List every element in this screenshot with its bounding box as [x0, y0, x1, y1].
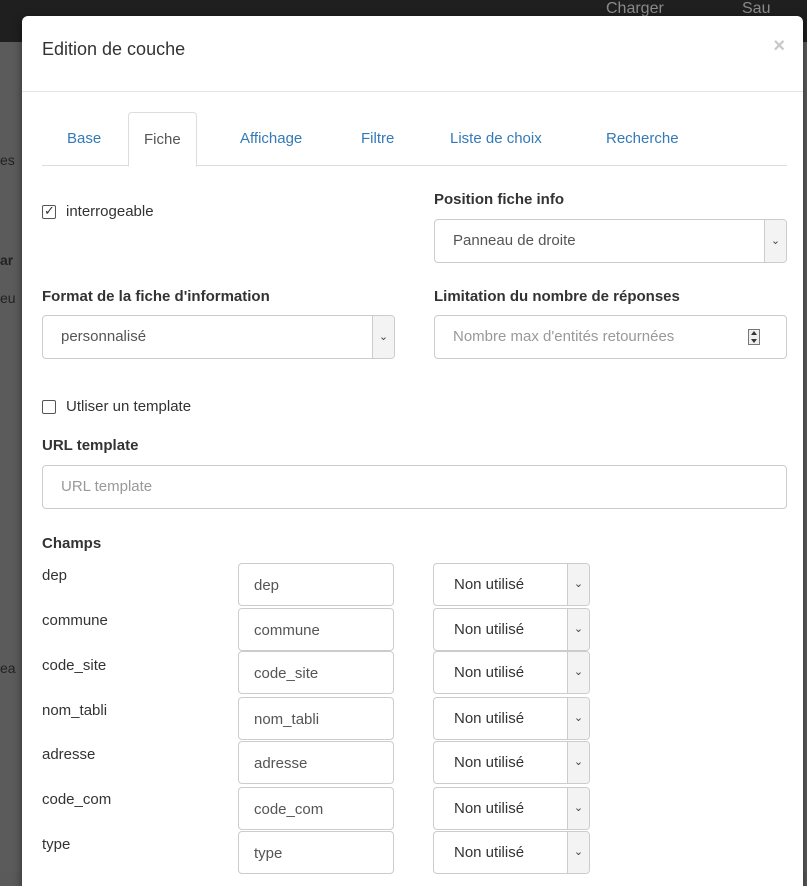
position-select[interactable]: Panneau de droite ⌄: [434, 219, 787, 263]
tab-affichage[interactable]: Affichage: [225, 112, 317, 166]
background-fragment: es: [0, 152, 15, 168]
field-usage-select[interactable]: Non utilisé ⌄: [433, 741, 590, 784]
tab-fiche[interactable]: Fiche: [128, 112, 197, 167]
field-name: code_com: [42, 791, 112, 808]
field-name: type: [42, 836, 71, 853]
use-template-label: Utliser un template: [66, 398, 192, 415]
champs-label: Champs: [42, 535, 102, 552]
field-usage-select[interactable]: Non utilisé ⌄: [433, 608, 590, 651]
tab-base[interactable]: Base: [52, 112, 116, 166]
background-left-panel: es ar eu ea: [0, 42, 24, 872]
modal-header: Edition de couche ×: [22, 16, 803, 92]
url-template-label: URL template: [42, 437, 139, 454]
chevron-down-icon: ⌄: [567, 609, 589, 650]
position-value: Panneau de droite: [453, 232, 576, 249]
format-select[interactable]: personnalisé ⌄: [42, 315, 395, 359]
field-usage-value: Non utilisé: [454, 664, 525, 681]
field-usage-value: Non utilisé: [454, 800, 525, 817]
field-usage-select[interactable]: Non utilisé ⌄: [433, 651, 590, 694]
close-icon[interactable]: ×: [773, 36, 785, 56]
chevron-down-icon: ⌄: [567, 698, 589, 739]
field-name: nom_tabli: [42, 702, 108, 719]
modal-title: Edition de couche: [42, 39, 186, 59]
background-fragment: ea: [0, 660, 16, 676]
field-name: dep: [42, 567, 68, 584]
tab-bar: Base Fiche Affichage Filtre Liste de cho…: [42, 112, 787, 167]
field-alias-input[interactable]: commune: [238, 608, 394, 651]
tab-filtre[interactable]: Filtre: [346, 112, 409, 166]
format-label: Format de la fiche d'information: [42, 288, 270, 305]
edit-layer-modal: Edition de couche × Base Fiche Affichage…: [22, 16, 803, 886]
interrogeable-label: interrogeable: [66, 203, 154, 220]
field-usage-value: Non utilisé: [454, 576, 525, 593]
interrogeable-checkbox[interactable]: ✓: [42, 203, 56, 219]
field-usage-value: Non utilisé: [454, 754, 525, 771]
field-alias-input[interactable]: code_com: [238, 787, 394, 830]
format-value: personnalisé: [61, 328, 147, 345]
chevron-down-icon: ⌄: [567, 832, 589, 873]
limit-placeholder: Nombre max d'entités retournées: [453, 328, 675, 345]
background-fragment: ar: [0, 252, 14, 268]
check-icon: ✓: [44, 203, 55, 218]
field-usage-value: Non utilisé: [454, 710, 525, 727]
url-template-placeholder: URL template: [61, 478, 153, 495]
spinner-icon[interactable]: [748, 329, 760, 345]
chevron-down-icon: ⌄: [567, 564, 589, 605]
url-template-input[interactable]: URL template: [42, 465, 787, 509]
limit-label: Limitation du nombre de réponses: [434, 288, 680, 305]
field-name: commune: [42, 612, 108, 629]
chevron-down-icon: ⌄: [764, 220, 786, 262]
field-usage-select[interactable]: Non utilisé ⌄: [433, 563, 590, 606]
field-usage-select[interactable]: Non utilisé ⌄: [433, 697, 590, 740]
field-usage-value: Non utilisé: [454, 844, 525, 861]
field-alias-input[interactable]: adresse: [238, 741, 394, 784]
position-label: Position fiche info: [434, 191, 564, 208]
field-name: code_site: [42, 657, 107, 674]
field-usage-select[interactable]: Non utilisé ⌄: [433, 787, 590, 830]
chevron-down-icon: ⌄: [372, 316, 394, 358]
chevron-down-icon: ⌄: [567, 788, 589, 829]
background-fragment: eu: [0, 290, 16, 306]
field-usage-value: Non utilisé: [454, 621, 525, 638]
tab-recherche[interactable]: Recherche: [591, 112, 694, 166]
field-alias-input[interactable]: dep: [238, 563, 394, 606]
chevron-down-icon: ⌄: [567, 742, 589, 783]
field-name: adresse: [42, 746, 96, 763]
field-alias-input[interactable]: code_site: [238, 651, 394, 694]
tab-liste-de-choix[interactable]: Liste de choix: [435, 112, 557, 166]
field-alias-input[interactable]: nom_tabli: [238, 697, 394, 740]
use-template-checkbox[interactable]: [42, 400, 56, 414]
field-usage-select[interactable]: Non utilisé ⌄: [433, 831, 590, 874]
chevron-down-icon: ⌄: [567, 652, 589, 693]
limit-number-input[interactable]: Nombre max d'entités retournées: [434, 315, 787, 359]
field-alias-input[interactable]: type: [238, 831, 394, 874]
